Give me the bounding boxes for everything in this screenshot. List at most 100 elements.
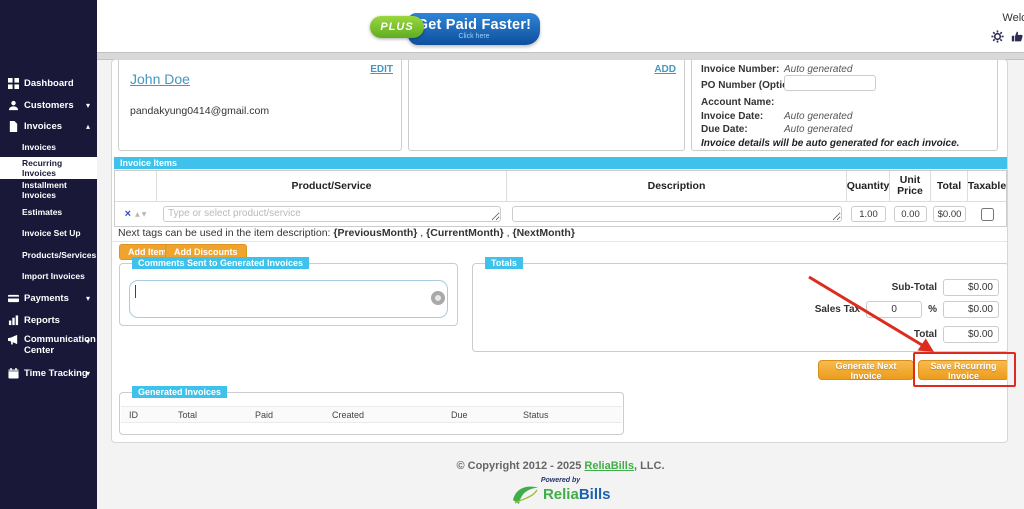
- page: Dashboard Customers ▾ Invoices ▴ Invoice…: [0, 0, 1024, 509]
- taxable-column: Taxable: [968, 171, 1006, 201]
- line-total-input[interactable]: [933, 206, 966, 222]
- thumbs-up-icon[interactable]: [1011, 30, 1024, 43]
- percent-sign: %: [928, 304, 937, 315]
- po-number-input[interactable]: [784, 75, 876, 91]
- sidebar-sublabel: Recurring Invoices: [22, 158, 97, 178]
- sidebar-subitem-import-invoices[interactable]: Import Invoices: [0, 268, 97, 283]
- account-name-label: Account Name:: [701, 97, 774, 108]
- invoices-icon: [8, 121, 19, 132]
- item-row: × ▲ ▼: [115, 202, 1006, 226]
- sidebar-subitem-recurring-invoices[interactable]: Recurring Invoices: [0, 157, 97, 179]
- sidebar-sublabel: Import Invoices: [22, 271, 85, 281]
- sidebar-label: Dashboard: [24, 78, 74, 89]
- sidebar-item-communication-center[interactable]: Communication Center ▾: [0, 333, 97, 359]
- unit-price-input[interactable]: [894, 206, 927, 222]
- sidebar-item-dashboard[interactable]: Dashboard: [0, 75, 97, 91]
- reliabills-link[interactable]: ReliaBills: [584, 460, 634, 472]
- totals-legend: Totals: [485, 257, 523, 269]
- recipients-box: ADD: [408, 59, 685, 151]
- due-date-label: Due Date:: [701, 124, 748, 135]
- sidebar-item-reports[interactable]: Reports: [0, 312, 97, 328]
- sidebar-subitem-estimates[interactable]: Estimates: [0, 204, 97, 219]
- invoice-date-value: Auto generated: [784, 111, 852, 122]
- items-header-row: Product/Service Description Quantity Uni…: [115, 171, 1006, 202]
- communication-icon: [8, 334, 19, 345]
- main-content: EDIT John Doe pandakyung0414@gmail.com A…: [97, 60, 1024, 509]
- description-input[interactable]: [512, 206, 842, 222]
- sidebar-item-time-tracking[interactable]: Time Tracking ▾: [0, 365, 97, 381]
- customer-name-link[interactable]: John Doe: [130, 71, 190, 87]
- save-recurring-invoice-button[interactable]: Save Recurring Invoice: [918, 360, 1008, 380]
- unit-price-column: Unit Price: [890, 171, 931, 201]
- sidebar-item-customers[interactable]: Customers ▾: [0, 97, 97, 113]
- product-service-input[interactable]: [163, 206, 501, 222]
- chevron-up-icon: ▴: [86, 122, 90, 131]
- quantity-column: Quantity: [847, 171, 890, 201]
- sidebar-sublabel: Invoices: [22, 142, 56, 152]
- comment-addon-icon[interactable]: [431, 291, 445, 305]
- banner-body[interactable]: Get Paid Faster! Click here: [408, 13, 540, 45]
- generate-next-invoice-button[interactable]: Generate Next Invoice: [818, 360, 914, 380]
- due-date-value: Auto generated: [784, 124, 852, 135]
- add-recipient-link[interactable]: ADD: [654, 64, 676, 75]
- customer-email: pandakyung0414@gmail.com: [130, 105, 269, 117]
- sidebar-subitem-invoice-set-up[interactable]: Invoice Set Up: [0, 225, 97, 240]
- tag-separator: ,: [417, 227, 426, 239]
- header-icon-row: ? Log Out: [909, 27, 1024, 45]
- sidebar-label: Time Tracking: [24, 368, 88, 379]
- quantity-input[interactable]: [851, 206, 886, 222]
- total-column: Total: [931, 171, 968, 201]
- total-label: Total: [914, 329, 937, 340]
- chevron-down-icon: ▾: [86, 101, 90, 110]
- taxable-checkbox[interactable]: [981, 208, 994, 221]
- payments-icon: [8, 293, 19, 304]
- chevron-down-icon: ▾: [86, 337, 90, 346]
- items-controls-column: [115, 171, 157, 201]
- gi-col-paid: Paid: [255, 410, 273, 420]
- sidebar-label: Payments: [24, 293, 69, 304]
- total-input[interactable]: [943, 326, 999, 343]
- generated-invoices-legend: Generated Invoices: [132, 386, 227, 398]
- invoice-number-label: Invoice Number:: [701, 64, 779, 75]
- invoice-number-value: Auto generated: [784, 64, 852, 75]
- recurring-invoice-card: EDIT John Doe pandakyung0414@gmail.com A…: [111, 59, 1008, 443]
- chevron-down-icon: ▾: [86, 369, 90, 378]
- sidebar-item-invoices[interactable]: Invoices ▴: [0, 118, 97, 134]
- gear-icon[interactable]: [991, 30, 1004, 43]
- reports-icon: [8, 315, 19, 326]
- customer-box: EDIT John Doe pandakyung0414@gmail.com: [118, 59, 402, 151]
- customers-icon: [8, 100, 19, 111]
- logo-bills: Bills: [579, 486, 611, 503]
- generated-invoices-header-row: ID Total Paid Created Due Status: [121, 406, 622, 423]
- subtotal-input[interactable]: [943, 279, 999, 296]
- sales-tax-row: Sales Tax %: [815, 301, 999, 318]
- subtotal-label: Sub-Total: [892, 282, 937, 293]
- reliabills-swoosh-icon: [511, 484, 539, 506]
- tags-note: Next tags can be used in the item descri…: [118, 227, 575, 239]
- sidebar-label: Invoices: [24, 121, 62, 132]
- move-up-icon[interactable]: ▲: [135, 209, 140, 220]
- copyright-prefix: © Copyright 2012 - 2025: [456, 460, 584, 472]
- sidebar-sublabel: Products/Services: [22, 250, 96, 260]
- comments-legend: Comments Sent to Generated Invoices: [132, 257, 309, 269]
- sales-tax-rate-input[interactable]: [866, 301, 922, 318]
- banner-click-here[interactable]: Click here: [408, 33, 540, 40]
- totals-fieldset: Totals Sub-Total Sales Tax % Total: [472, 263, 1008, 352]
- copyright-suffix: , LLC.: [634, 460, 665, 472]
- sidebar-subitem-products-services[interactable]: Products/Services: [0, 247, 97, 262]
- delete-item-icon[interactable]: ×: [125, 209, 131, 220]
- move-down-icon[interactable]: ▼: [142, 209, 147, 220]
- sales-tax-amount-input[interactable]: [943, 301, 999, 318]
- invoice-items-table: Product/Service Description Quantity Uni…: [114, 170, 1007, 227]
- sidebar-item-payments[interactable]: Payments ▾: [0, 290, 97, 306]
- comments-fieldset: Comments Sent to Generated Invoices: [119, 263, 458, 326]
- edit-customer-link[interactable]: EDIT: [370, 64, 393, 75]
- sidebar-subitem-installment-invoices[interactable]: Installment Invoices: [0, 182, 97, 197]
- gi-col-id: ID: [129, 410, 138, 420]
- time-tracking-icon: [8, 368, 19, 379]
- sidebar-subitem-invoices[interactable]: Invoices: [0, 139, 97, 154]
- description-column: Description: [507, 171, 847, 201]
- comments-textarea[interactable]: [129, 280, 448, 318]
- get-paid-faster-banner[interactable]: Get Paid Faster! Click here PLUS: [370, 8, 570, 50]
- auto-generated-note: Invoice details will be auto generated f…: [701, 138, 959, 149]
